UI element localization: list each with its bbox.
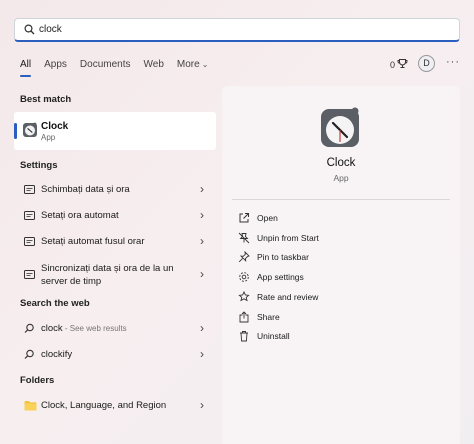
date-time-settings-icon [24, 184, 35, 198]
star-icon [238, 290, 250, 303]
web-result-hint: - See web results [62, 324, 127, 333]
action-label: Unpin from Start [257, 233, 319, 243]
divider [232, 199, 450, 200]
web-result-label: clock [41, 323, 63, 334]
filter-tabs: All Apps Documents Web More ⌄ [20, 58, 221, 77]
chevron-right-icon: › [200, 321, 204, 335]
details-subtitle: App [333, 173, 349, 183]
settings-item-label: Schimbați data și ora [41, 184, 130, 195]
web-result-clockify[interactable]: clockify › [14, 344, 216, 366]
best-match-title: Clock [41, 121, 69, 132]
settings-item-label: Sincronizați data și ora de la un server… [41, 263, 174, 287]
chevron-right-icon: › [200, 347, 204, 361]
chevron-right-icon: › [200, 234, 204, 248]
action-label: App settings [257, 272, 304, 282]
web-result-label: clockify [41, 349, 73, 360]
settings-item-label: Setați ora automat [41, 210, 119, 221]
trophy-icon [397, 58, 408, 71]
search-icon [24, 349, 35, 363]
section-search-web: Search the web [20, 298, 90, 309]
action-label: Rate and review [257, 292, 319, 302]
best-match-item[interactable]: Clock App [14, 112, 216, 150]
chevron-right-icon: › [200, 267, 204, 281]
rewards-button[interactable]: 0 [390, 58, 408, 71]
search-icon [24, 24, 35, 38]
search-input[interactable] [39, 22, 439, 37]
clock-app-icon [22, 122, 38, 141]
tab-web[interactable]: Web [144, 58, 164, 72]
clock-app-large-icon [318, 106, 362, 153]
section-settings: Settings [20, 160, 58, 171]
share-icon [238, 311, 250, 323]
date-time-settings-icon [24, 210, 35, 224]
more-options-icon[interactable]: ··· [446, 56, 460, 68]
open-icon [238, 212, 250, 224]
avatar[interactable]: D [418, 55, 435, 72]
trash-icon [238, 330, 250, 342]
section-best-match: Best match [20, 94, 72, 105]
settings-item-label: Setați automat fusul orar [41, 236, 145, 247]
action-label: Pin to taskbar [257, 252, 309, 262]
settings-item-set-time-auto[interactable]: Setați ora automat › [14, 205, 216, 227]
search-icon [24, 323, 35, 337]
unpin-icon [238, 232, 250, 244]
folder-label: Clock, Language, and Region [41, 400, 167, 411]
folder-item-clock-language-region[interactable]: Clock, Language, and Region › [14, 395, 216, 417]
folder-icon [24, 400, 37, 414]
best-match-subtitle: App [41, 133, 56, 142]
web-result-clock[interactable]: clock - See web results › [14, 318, 216, 340]
chevron-down-icon: ⌄ [201, 60, 209, 69]
pin-icon [238, 250, 250, 263]
date-time-settings-icon [24, 236, 35, 250]
chevron-right-icon: › [200, 208, 204, 222]
tab-more[interactable]: More ⌄ [177, 58, 209, 72]
settings-item-set-timezone-auto[interactable]: Setați automat fusul orar › [14, 231, 216, 253]
tab-documents[interactable]: Documents [80, 58, 131, 72]
section-folders: Folders [20, 375, 55, 386]
tab-apps[interactable]: Apps [44, 58, 67, 72]
action-label: Open [257, 213, 278, 223]
search-box[interactable] [14, 18, 460, 42]
action-label: Share [257, 312, 280, 322]
details-title: Clock [326, 157, 356, 169]
chevron-right-icon: › [200, 182, 204, 196]
settings-item-sync-time[interactable]: Sincronizați data și ora de la un server… [14, 261, 216, 289]
date-time-settings-icon [24, 269, 35, 283]
gear-icon [238, 271, 250, 283]
settings-item-change-date-time[interactable]: Schimbați data și ora › [14, 179, 216, 201]
selection-indicator [14, 123, 17, 139]
tab-all[interactable]: All [20, 58, 32, 77]
rewards-count: 0 [390, 59, 396, 70]
action-label: Uninstall [257, 331, 290, 341]
chevron-right-icon: › [200, 398, 204, 412]
tab-more-label: More [176, 59, 200, 70]
